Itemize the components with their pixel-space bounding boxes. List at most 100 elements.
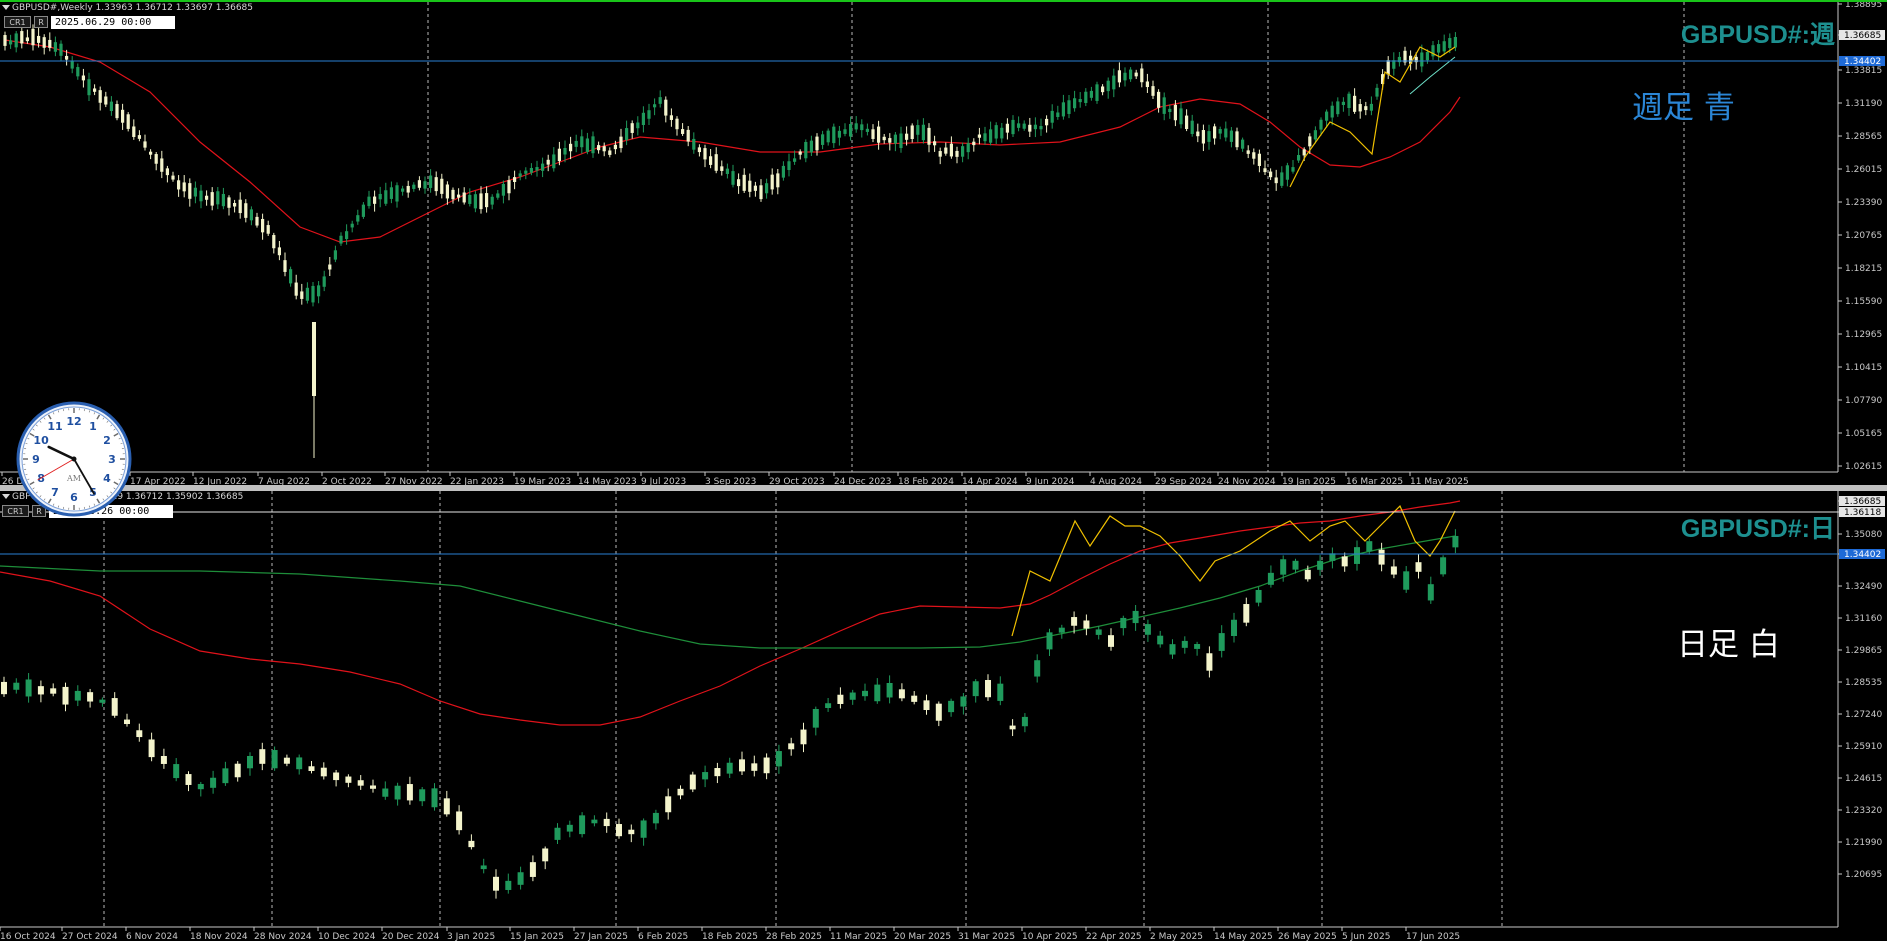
candle-body xyxy=(160,755,167,764)
candle-body xyxy=(1364,106,1368,111)
candle-body xyxy=(62,686,69,705)
candle-body xyxy=(1285,165,1289,180)
candle-body xyxy=(788,743,795,750)
date-label: 3 Jan 2025 xyxy=(447,932,495,941)
candle-body xyxy=(677,788,684,796)
candle-body xyxy=(1185,115,1189,130)
candle-body xyxy=(1112,75,1116,90)
candle-body xyxy=(580,136,584,148)
candle-body xyxy=(221,193,225,207)
price-label: 1.26015 xyxy=(1845,165,1882,175)
candle-body xyxy=(1229,130,1233,142)
candle-body xyxy=(1095,84,1099,101)
candle-body xyxy=(1194,644,1201,649)
datetime-box[interactable]: 2025.06.29 00:00 xyxy=(51,16,175,29)
candle-body xyxy=(770,174,774,190)
date-label: 18 Nov 2024 xyxy=(190,932,248,941)
date-label: 18 Feb 2024 xyxy=(898,477,954,485)
clock-number: 9 xyxy=(32,453,40,466)
candle-body xyxy=(1190,120,1194,134)
cr1-button[interactable]: CR1 xyxy=(4,16,31,28)
candle-body xyxy=(972,681,979,697)
candle-body xyxy=(227,197,231,208)
candle-body xyxy=(148,739,155,758)
date-label: 26 May 2025 xyxy=(1278,932,1337,941)
candle-body xyxy=(720,166,724,171)
candle-body xyxy=(1440,557,1447,575)
candle-body xyxy=(911,695,918,702)
candle-body xyxy=(1243,604,1250,623)
price-label: 1.25910 xyxy=(1845,742,1882,752)
candle-body xyxy=(1089,90,1093,98)
candle-body xyxy=(177,180,181,190)
candle-body xyxy=(345,231,349,240)
candle-body xyxy=(1347,93,1351,109)
zigzag-line xyxy=(1289,46,1456,188)
candle-body xyxy=(1067,100,1071,114)
candle-body xyxy=(591,819,598,824)
daily-chart-canvas[interactable]: 1.366851.361181.350801.337861.324901.311… xyxy=(0,491,1887,941)
candle-body xyxy=(658,97,662,104)
candle-body xyxy=(31,28,35,46)
candle-body xyxy=(1280,559,1287,575)
candle-body xyxy=(283,757,290,764)
candle-body xyxy=(899,133,903,149)
date-label: 19 Jan 2025 xyxy=(1282,477,1336,485)
candle-body xyxy=(389,187,393,199)
candle-body xyxy=(933,141,937,146)
candle-body xyxy=(1425,52,1429,61)
candle-body xyxy=(429,175,433,188)
candle-body xyxy=(927,127,931,145)
candle-body xyxy=(709,156,713,165)
r-button[interactable]: R xyxy=(34,16,48,28)
date-label: 20 Mar 2025 xyxy=(894,932,951,941)
candle-body xyxy=(255,216,259,226)
candle-body xyxy=(322,276,326,287)
candle-body xyxy=(59,43,63,56)
clock-number: 6 xyxy=(70,491,78,504)
candle-body xyxy=(837,694,844,704)
candle-body xyxy=(603,818,610,827)
candle-body xyxy=(1341,101,1345,106)
candle-body xyxy=(1196,131,1200,137)
weekly-chart-panel[interactable]: 1.38895 1.36685 1.33815 1.31190 1.28565 1.260… xyxy=(0,0,1887,485)
date-label: 29 Oct 2023 xyxy=(769,477,825,485)
candle-body xyxy=(65,55,69,60)
date-label: 5 Jun 2025 xyxy=(1342,932,1390,941)
candle-body xyxy=(832,126,836,144)
candle-body xyxy=(81,75,85,81)
chart-menu-triangle-icon[interactable] xyxy=(2,494,10,499)
candle-body xyxy=(860,124,864,131)
clock-center xyxy=(71,456,77,462)
candle-body xyxy=(775,751,782,767)
date-label: 22 Apr 2025 xyxy=(1086,932,1142,941)
candle-body xyxy=(1206,653,1213,671)
candle-body xyxy=(843,129,847,134)
candle-body xyxy=(630,123,634,133)
candle-body xyxy=(529,167,533,173)
candle-body xyxy=(1375,87,1379,97)
candle-body xyxy=(1369,103,1373,111)
candle-body xyxy=(669,115,673,120)
candle-body xyxy=(443,798,450,815)
symbol-label: GBPUSD#:週 xyxy=(1680,21,1835,49)
candle-body xyxy=(266,225,270,234)
candle-body xyxy=(854,123,858,130)
price-label: 1.23390 xyxy=(1845,198,1882,208)
candle-body xyxy=(1050,110,1054,123)
date-label: 10 Dec 2024 xyxy=(318,932,376,941)
candle-body xyxy=(938,151,942,157)
candle-body xyxy=(283,260,287,272)
candle-body xyxy=(781,165,785,178)
chart-menu-triangle-icon[interactable] xyxy=(2,5,10,10)
candle-body xyxy=(524,170,528,174)
candle-body xyxy=(546,159,550,165)
candle-body xyxy=(185,774,192,785)
candle-body xyxy=(259,749,266,764)
candle-body xyxy=(1061,102,1065,117)
candle-body xyxy=(1341,556,1348,567)
weekly-chart-canvas[interactable]: 1.38895 1.36685 1.33815 1.31190 1.28565 1.260… xyxy=(0,2,1887,485)
daily-chart-panel[interactable]: 1.366851.361181.350801.337861.324901.311… xyxy=(0,491,1887,941)
clock-number: 1 xyxy=(89,420,97,433)
candle-body xyxy=(517,872,524,885)
